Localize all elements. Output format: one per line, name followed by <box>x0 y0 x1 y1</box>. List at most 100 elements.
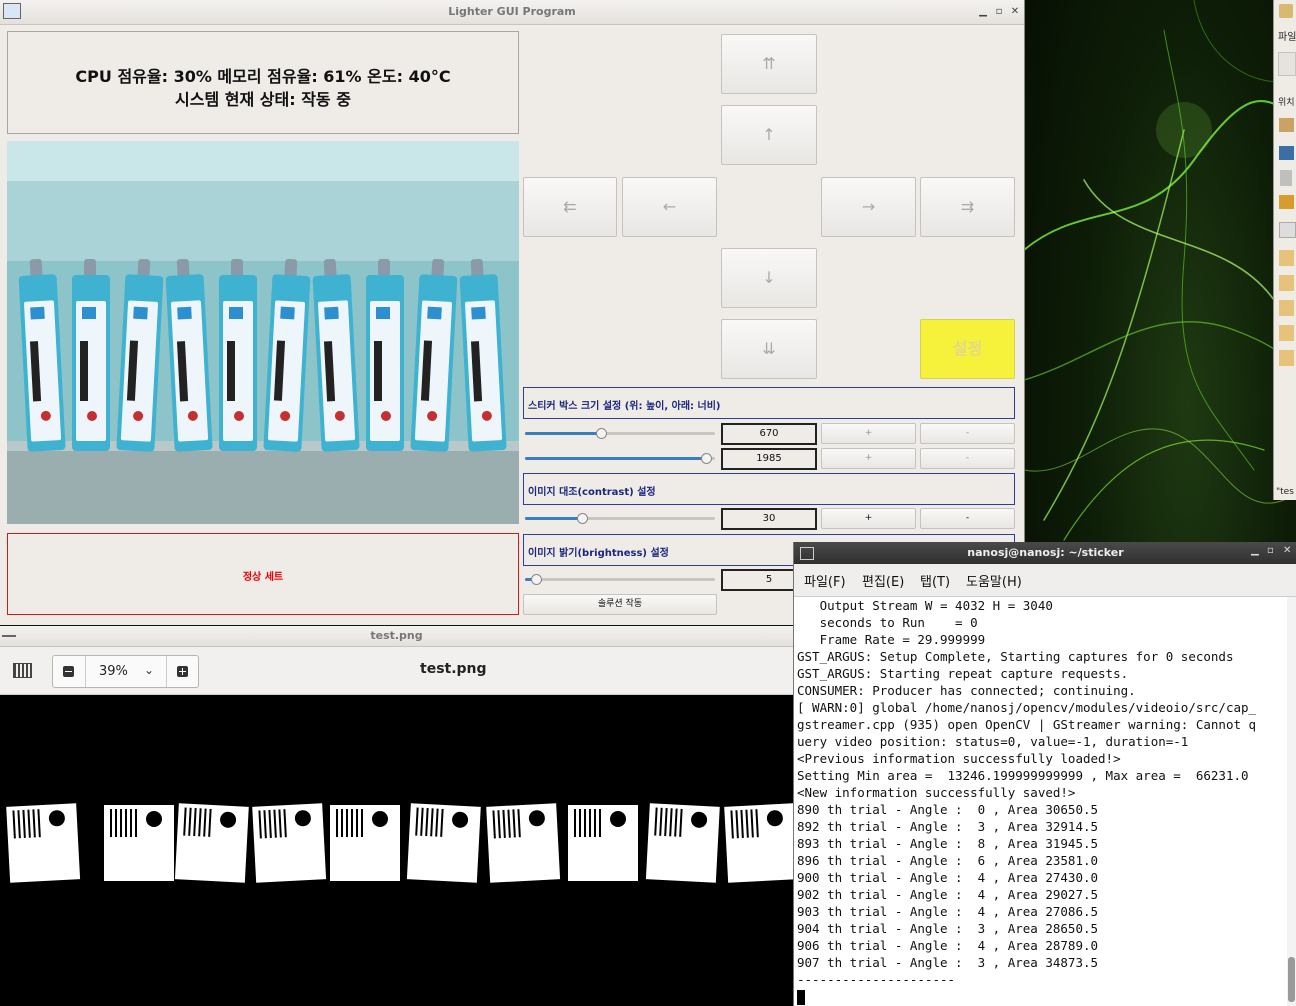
contrast-value[interactable]: 30 <box>721 508 817 530</box>
window-title: Lighter GUI Program <box>448 5 576 18</box>
viewer-title-bar[interactable]: test.png <box>0 626 793 647</box>
sticker-blob <box>568 805 638 881</box>
folder-icon[interactable] <box>1279 300 1294 316</box>
height-minus-button[interactable]: - <box>920 423 1015 444</box>
height-slider[interactable] <box>525 428 715 439</box>
gallery-icon[interactable] <box>13 663 32 678</box>
menu-file[interactable]: 파일(F) <box>804 571 846 590</box>
move-right-button[interactable]: → <box>821 177 916 237</box>
width-value[interactable]: 1985 <box>721 448 817 470</box>
move-down-button[interactable]: ↓ <box>721 248 817 308</box>
menu-tab[interactable]: 탭(T) <box>920 571 950 590</box>
maximize-icon[interactable]: ▫ <box>992 0 1006 24</box>
terminal-cursor <box>797 990 805 1005</box>
zoom-out-icon <box>63 666 74 677</box>
width-slider[interactable] <box>525 453 715 464</box>
height-value[interactable]: 670 <box>721 423 817 445</box>
file-manager-menu-fragment[interactable]: 파일 <box>1278 28 1296 43</box>
width-plus-button[interactable]: + <box>821 448 916 469</box>
zoom-control[interactable]: 39% ⌄ <box>52 655 199 688</box>
set-button[interactable]: 설정 <box>920 319 1015 379</box>
sticker-blob <box>252 803 327 883</box>
move-up-button[interactable]: ↑ <box>721 105 817 165</box>
desktop-icon[interactable] <box>1279 146 1294 160</box>
width-minus-button[interactable]: - <box>920 448 1015 469</box>
solution-run-button[interactable]: 솔루션 작동 <box>523 594 717 615</box>
home-icon[interactable] <box>1279 118 1294 132</box>
contrast-plus-button[interactable]: + <box>821 508 916 529</box>
zoom-level[interactable]: 39% <box>99 664 128 679</box>
terminal-title: nanosj@nanosj: ~/sticker <box>967 546 1124 559</box>
brightness-label: 이미지 밝기(brightness) 설정 <box>528 548 669 559</box>
contrast-slider[interactable] <box>525 513 715 524</box>
terminal-line: 896 th trial - Angle : 6 , Area 23581.0 <box>797 853 1099 868</box>
system-state-text: 시스템 현재 상태: 작동 중 <box>175 90 351 109</box>
sticker-size-group: 스티커 박스 크기 설정 (위: 높이, 아래: 너비) <box>523 387 1015 419</box>
sticker-blob <box>6 803 81 883</box>
zoom-out-button[interactable] <box>53 656 86 687</box>
folder-icon[interactable] <box>1279 325 1294 341</box>
folder-icon[interactable] <box>1279 250 1294 266</box>
terminal-title-bar[interactable]: nanosj@nanosj: ~/sticker ▁ ▫ ✕ <box>794 542 1296 564</box>
terminal-output[interactable]: Output Stream W = 4032 H = 3040 seconds … <box>794 597 1287 1006</box>
move-left-fast-button[interactable]: ⇇ <box>523 177 617 237</box>
terminal-line: 906 th trial - Angle : 4 , Area 28789.0 <box>797 938 1099 953</box>
menu-help[interactable]: 도움말(H) <box>966 571 1022 590</box>
width-slider-handle[interactable] <box>700 453 712 464</box>
folder-icon <box>1279 4 1293 18</box>
sticker-size-label: 스티커 박스 크기 설정 (위: 높이, 아래: 너비) <box>528 401 721 412</box>
terminal-line: 902 th trial - Angle : 4 , Area 29027.5 <box>797 887 1099 902</box>
terminal-line: CONSUMER: Producer has connected; contin… <box>797 683 1136 698</box>
close-icon[interactable]: ✕ <box>1283 545 1291 556</box>
brightness-slider-handle[interactable] <box>531 574 543 585</box>
lighter <box>219 259 257 451</box>
move-left-button[interactable]: ← <box>622 177 717 237</box>
folder-icon[interactable] <box>1279 350 1294 366</box>
sticker-blob <box>645 803 720 883</box>
move-right-fast-button[interactable]: ⇉ <box>920 177 1015 237</box>
network-icon[interactable] <box>1279 195 1294 209</box>
height-slider-handle[interactable] <box>596 428 607 439</box>
terminal-line: --------------------- <box>797 972 956 987</box>
brightness-slider[interactable] <box>525 574 715 585</box>
terminal-menubar: 파일(F) 편집(E) 탭(T) 도움말(H) <box>794 564 1296 597</box>
chevron-down-icon[interactable]: ⌄ <box>144 663 154 677</box>
toolbar-button[interactable] <box>1278 52 1296 76</box>
terminal-line: gstreamer.cpp (935) open OpenCV | GStrea… <box>797 717 1257 732</box>
tab-fragment[interactable]: "tes <box>1276 487 1294 497</box>
move-up-fast-button[interactable]: ⇈ <box>721 34 817 94</box>
move-down-fast-button[interactable]: ⇊ <box>721 319 817 379</box>
message-panel: 정상 세트 <box>7 533 519 615</box>
contrast-slider-fill <box>525 517 582 520</box>
maximize-icon[interactable]: ▫ <box>1267 545 1274 556</box>
trash-icon[interactable] <box>1280 170 1292 186</box>
system-status-panel: CPU 점유율: 30% 메모리 점유율: 61% 온도: 40°C 시스템 현… <box>7 31 519 134</box>
contrast-label: 이미지 대조(contrast) 설정 <box>528 487 656 498</box>
terminal-line: [ WARN:0] global /home/nanosj/opencv/mod… <box>797 700 1257 715</box>
terminal-line: <New information successfully saved!> <box>797 785 1076 800</box>
contrast-slider-handle[interactable] <box>577 513 588 524</box>
contrast-minus-button[interactable]: - <box>920 508 1015 529</box>
status-message: 정상 세트 <box>242 572 284 583</box>
terminal-line: seconds to Run = 0 <box>797 615 978 630</box>
minimize-icon[interactable]: ▁ <box>976 0 990 24</box>
file-manager-window-edge[interactable]: 파일 위치 "tes <box>1273 0 1296 500</box>
height-plus-button[interactable]: + <box>821 423 916 444</box>
binary-result-image <box>0 695 793 1006</box>
terminal-line: 890 th trial - Angle : 0 , Area 30650.5 <box>797 802 1099 817</box>
terminal-window: nanosj@nanosj: ~/sticker ▁ ▫ ✕ 파일(F) 편집(… <box>793 542 1296 1006</box>
minimize-icon[interactable]: ▁ <box>1251 545 1259 556</box>
zoom-in-button[interactable] <box>166 656 199 687</box>
title-bar[interactable]: Lighter GUI Program ▁ ▫ ✕ <box>0 0 1024 25</box>
lighter <box>366 259 404 451</box>
folder-icon[interactable] <box>1279 275 1294 291</box>
viewer-filename: test.png <box>420 661 487 677</box>
terminal-line: Setting Min area = 13246.199999999999 , … <box>797 768 1249 783</box>
drive-icon[interactable] <box>1279 222 1296 238</box>
close-icon[interactable]: ✕ <box>1008 0 1022 24</box>
menu-edit[interactable]: 편집(E) <box>862 571 904 590</box>
terminal-scrollbar[interactable] <box>1287 597 1296 1006</box>
terminal-line: <Previous information successfully loade… <box>797 751 1121 766</box>
sticker-blob <box>174 803 249 883</box>
scrollbar-thumb[interactable] <box>1288 957 1295 1002</box>
